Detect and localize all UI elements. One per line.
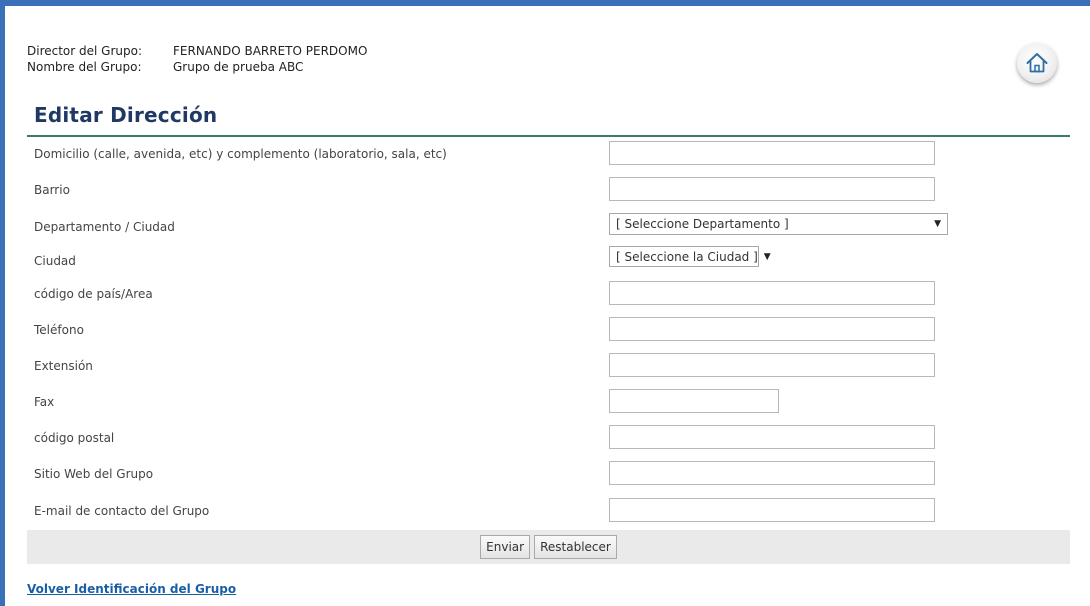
departamento-select-value: [ Seleccione Departamento ] [616,217,789,231]
form-row-fax: Fax [27,384,1070,420]
director-row: Director del Grupo: FERNANDO BARRETO PER… [27,43,367,59]
barrio-label: Barrio [34,183,70,197]
page-title: Editar Dirección [34,103,218,127]
form-row-telefono: Teléfono [27,312,1070,348]
form-row-ciudad: Ciudad [ Seleccione la Ciudad ] ▼ [27,243,1070,279]
codigo-pais-label: código de país/Area [34,287,153,301]
dropdown-arrow-icon: ▼ [934,219,941,229]
form-row-sitio-web: Sitio Web del Grupo [27,456,1070,492]
ciudad-select-value: [ Seleccione la Ciudad ] [616,249,758,264]
group-info: Director del Grupo: FERNANDO BARRETO PER… [27,43,367,75]
director-label: Director del Grupo: [27,44,143,58]
back-to-group-link[interactable]: Volver Identificación del Grupo [27,582,236,596]
extension-input[interactable] [609,353,935,377]
telefono-label: Teléfono [34,323,84,337]
codigo-pais-input[interactable] [609,281,935,305]
ciudad-label: Ciudad [34,254,76,268]
form-row-email: E-mail de contacto del Grupo [27,493,1070,529]
email-label: E-mail de contacto del Grupo [34,504,210,518]
form-row-extension: Extensión [27,348,1070,384]
form-row-codigo-postal: código postal [27,420,1070,456]
fax-label: Fax [34,395,55,409]
director-value: FERNANDO BARRETO PERDOMO [173,44,368,58]
extension-label: Extensión [34,359,93,373]
home-button[interactable] [1017,43,1057,83]
sitio-web-input[interactable] [609,461,935,485]
sitio-web-label: Sitio Web del Grupo [34,467,154,481]
telefono-input[interactable] [609,317,935,341]
form-row-departamento: Departamento / Ciudad [ Seleccione Depar… [27,209,1070,245]
fax-input[interactable] [609,389,779,413]
form-row-domicilio: Domicilio (calle, avenida, etc) y comple… [27,136,1070,172]
codigo-postal-input[interactable] [609,425,935,449]
group-name-row: Nombre del Grupo: Grupo de prueba ABC [27,59,367,75]
departamento-label: Departamento / Ciudad [34,220,175,234]
form-button-bar: Enviar Restablecer [27,530,1070,564]
barrio-input[interactable] [609,177,935,201]
form-row-codigo-pais: código de país/Area [27,276,1070,312]
dropdown-arrow-icon: ▼ [763,251,771,262]
departamento-select[interactable]: [ Seleccione Departamento ] ▼ [609,213,948,235]
email-input[interactable] [609,498,935,522]
home-icon [1026,53,1048,73]
domicilio-input[interactable] [609,141,935,165]
ciudad-select[interactable]: [ Seleccione la Ciudad ] ▼ [609,246,771,267]
group-name-value: Grupo de prueba ABC [173,60,304,74]
reset-button[interactable]: Restablecer [534,535,617,559]
form-row-barrio: Barrio [27,172,1070,208]
domicilio-label: Domicilio (calle, avenida, etc) y comple… [34,147,447,161]
codigo-postal-label: código postal [34,431,115,445]
group-name-label: Nombre del Grupo: [27,60,142,74]
submit-button[interactable]: Enviar [480,535,531,559]
